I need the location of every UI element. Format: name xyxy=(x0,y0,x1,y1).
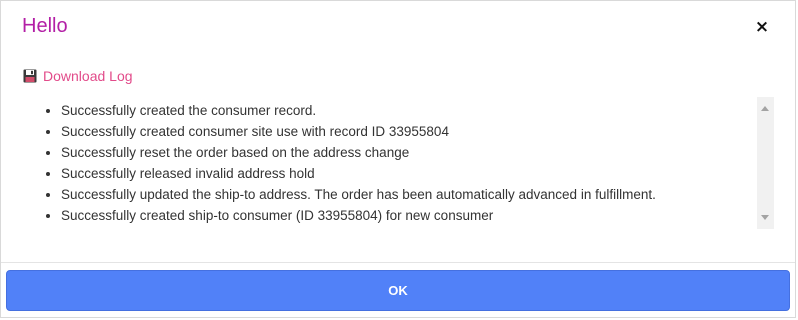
list-item: Successfully created the consumer record… xyxy=(61,100,774,121)
log-scrollbar[interactable] xyxy=(757,97,774,229)
log-messages-box[interactable]: Successfully created the consumer record… xyxy=(25,97,774,229)
list-item: Successfully updated the ship-to address… xyxy=(61,184,774,205)
list-item: Successfully created consumer site use w… xyxy=(61,121,774,142)
close-button[interactable]: × xyxy=(752,16,772,38)
message-dialog: Hello × Download Log Successfully create… xyxy=(0,0,796,318)
floppy-disk-icon xyxy=(23,69,37,83)
footer-divider xyxy=(1,262,795,263)
list-item: Successfully created ship-to consumer (I… xyxy=(61,205,774,226)
ok-button[interactable]: OK xyxy=(6,270,790,311)
log-list: Successfully created the consumer record… xyxy=(25,100,774,226)
download-log-label: Download Log xyxy=(43,68,133,84)
list-item: Successfully reset the order based on th… xyxy=(61,142,774,163)
download-log-link[interactable]: Download Log xyxy=(23,68,133,84)
scroll-down-arrow-icon[interactable] xyxy=(761,215,769,220)
dialog-title: Hello xyxy=(22,15,68,37)
scroll-up-arrow-icon[interactable] xyxy=(761,106,769,111)
list-item: Successfully released invalid address ho… xyxy=(61,163,774,184)
